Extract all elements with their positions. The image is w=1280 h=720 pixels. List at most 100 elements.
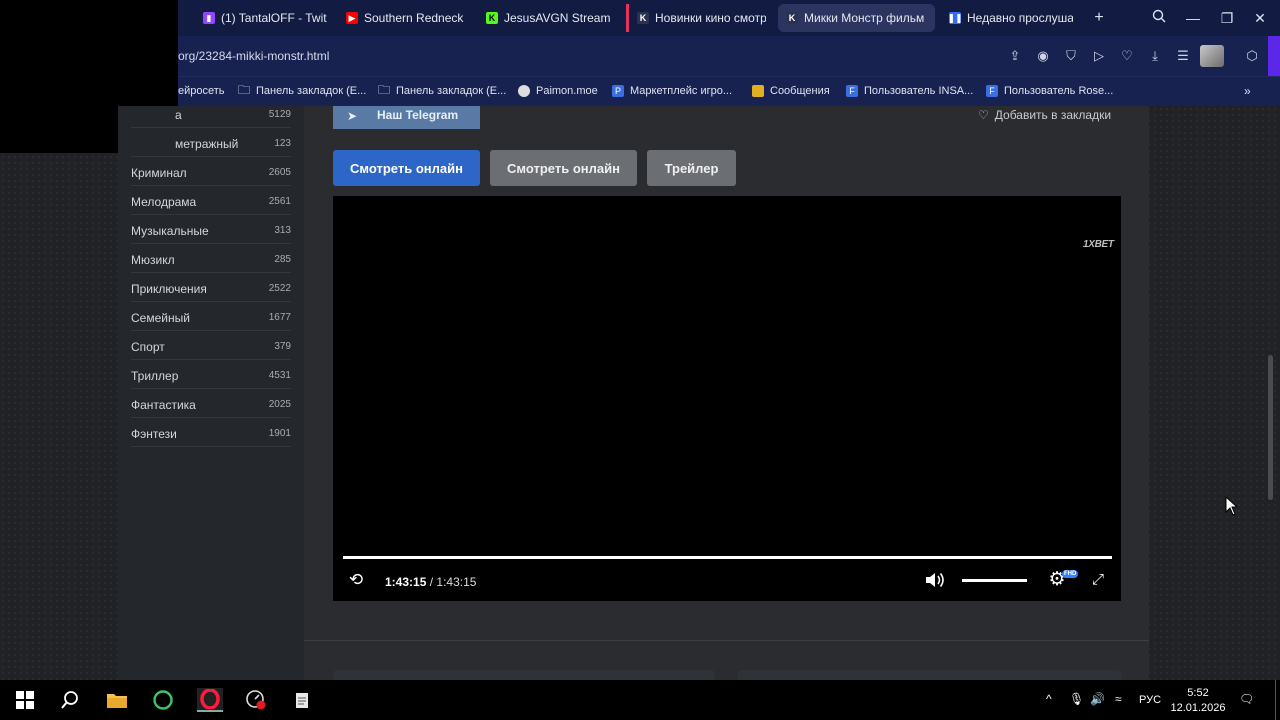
volume-icon[interactable] — [924, 570, 946, 590]
genre-item[interactable]: Мелодрама 2561 — [131, 187, 291, 215]
download-icon[interactable]: ⤓ — [1146, 47, 1164, 65]
tray-chevron-icon[interactable]: ^ — [1046, 692, 1052, 706]
tab-7[interactable]: ❚❚ Недавно прослушанн — [941, 4, 1081, 32]
bookmark-item[interactable]: Paimon.moe — [518, 85, 598, 97]
file-explorer-icon[interactable] — [105, 688, 129, 712]
system-clock[interactable]: 5:52 12.01.2026 — [1170, 686, 1226, 716]
tab-5[interactable]: K Новинки кино смотр — [626, 4, 774, 32]
bookmark-item[interactable]: F Пользователь Rose... — [986, 85, 1113, 97]
heart-outline-icon: ♡ — [978, 108, 989, 122]
genre-item[interactable]: Спорт 379 — [131, 332, 291, 360]
bookmark-label: Пользователь INSA... — [864, 85, 974, 97]
genre-item[interactable]: Фэнтези 1901 — [131, 419, 291, 447]
xbox-icon[interactable] — [151, 688, 175, 712]
genre-item[interactable]: Приключения 2522 — [131, 274, 291, 302]
k-site-icon: K — [786, 12, 798, 24]
tab-6[interactable]: K Микки Монстр фильм (2 — [778, 4, 935, 32]
tab-4[interactable]: K JesusAVGN Stream - W — [478, 4, 618, 32]
genre-item[interactable]: Музыкальные 313 — [131, 216, 291, 244]
fullscreen-icon[interactable]: ⤢ — [1088, 570, 1108, 590]
flow-icon[interactable]: ▷ — [1090, 47, 1108, 65]
shield-icon[interactable]: ⛉ — [1062, 47, 1080, 65]
genre-item[interactable]: Фантастика 2025 — [131, 390, 291, 418]
bookmark-item[interactable]: F Пользователь INSA... — [846, 85, 973, 97]
quality-badge: FHD — [1062, 570, 1079, 578]
bookmark-item[interactable]: ейросеть — [178, 85, 225, 97]
sponsor-logo: 1XBET — [1083, 239, 1114, 250]
network-icon[interactable]: ≈ — [1115, 692, 1122, 706]
bookmark-item[interactable]: 🗀 Панель закладок (E... — [238, 83, 366, 98]
heart-icon[interactable]: ♡ — [1118, 47, 1136, 65]
watch-online-button-2[interactable]: Смотреть онлайн — [490, 150, 637, 186]
taskbar — [0, 680, 1280, 720]
duration: 1:43:15 — [436, 575, 477, 589]
search-icon[interactable] — [58, 688, 82, 712]
notepad-icon[interactable] — [290, 688, 314, 712]
more-bookmarks-icon[interactable]: » — [1244, 84, 1251, 98]
profile-avatar[interactable] — [1200, 45, 1224, 67]
genre-count: 2561 — [268, 196, 291, 207]
add-bookmark-link[interactable]: ♡ Добавить в закладки — [978, 108, 1111, 122]
bookmark-item[interactable]: P Маркетплейс игро... — [612, 85, 732, 97]
easy-setup-icon[interactable]: ☰ — [1174, 47, 1192, 65]
genre-name: Семейный — [131, 311, 190, 325]
genre-count: 2605 — [268, 167, 291, 178]
bookmark-label: Маркетплейс игро... — [630, 85, 733, 97]
overlay-black-left — [0, 106, 118, 153]
volume-fill — [962, 579, 1027, 582]
speaker-icon[interactable]: 🔊 — [1090, 692, 1105, 706]
genre-count: 5129 — [268, 109, 291, 120]
snapshot-icon[interactable]: ◉ — [1034, 47, 1052, 65]
tab-label: (1) TantalOFF - Twitch — [221, 11, 327, 25]
genre-item[interactable]: Семейный 1677 — [131, 303, 291, 331]
bookmark-item[interactable]: Сообщения — [752, 85, 830, 97]
twitch-icon: ▮ — [203, 12, 215, 24]
genre-item[interactable]: Мюзикл 285 — [131, 245, 291, 273]
new-tab-button[interactable]: + — [1090, 9, 1108, 27]
k-site-icon: K — [637, 12, 649, 24]
genre-item[interactable]: метражный 123 — [131, 129, 291, 157]
bookmark-item[interactable]: 🗀 Панель закладок (E... — [378, 82, 506, 98]
genre-count: 379 — [274, 341, 291, 352]
genre-count: 1677 — [268, 312, 291, 323]
restore-button[interactable]: ❐ — [1216, 8, 1238, 28]
close-window-button[interactable]: ✕ — [1249, 8, 1271, 28]
scrollbar-thumb[interactable] — [1268, 355, 1273, 500]
notifications-icon[interactable]: 🗨 — [1239, 692, 1254, 706]
share-icon[interactable]: ⇪ — [1006, 47, 1024, 65]
replay-icon[interactable]: ⟲ — [346, 570, 366, 590]
tab-2[interactable]: ▮ (1) TantalOFF - Twitch — [195, 4, 335, 32]
genre-item[interactable]: а 5129 — [131, 100, 291, 128]
kick-icon: K — [486, 12, 498, 24]
genre-name: Криминал — [131, 166, 187, 180]
tab-3[interactable]: ▶ Southern Redneck Roc — [338, 4, 475, 32]
f-icon: F — [846, 85, 858, 97]
opera-gx-icon[interactable] — [197, 688, 223, 712]
minimize-button[interactable]: — — [1182, 8, 1204, 28]
genre-item[interactable]: Триллер 4531 — [131, 361, 291, 389]
capture-app-icon[interactable] — [244, 688, 268, 712]
url-input[interactable]: org/23284-mikki-monstr.html — [178, 49, 329, 63]
current-time: 1:43:15 — [385, 575, 427, 589]
bookmark-label: Сообщения — [770, 85, 830, 97]
tab-label: JesusAVGN Stream - W — [504, 11, 610, 25]
genre-item[interactable]: Криминал 2605 — [131, 158, 291, 186]
show-desktop-button[interactable] — [1275, 680, 1276, 720]
windows-start-icon[interactable] — [13, 688, 37, 712]
genre-name: Триллер — [131, 369, 179, 383]
video-player[interactable] — [333, 196, 1121, 601]
extensions-icon[interactable]: ⬡ — [1243, 47, 1261, 65]
tab-label: Southern Redneck Roc — [364, 11, 467, 25]
trailer-button[interactable]: Трейлер — [647, 150, 736, 186]
watch-online-button-1[interactable]: Смотреть онлайн — [333, 150, 480, 186]
time-separator: / — [429, 575, 434, 589]
paimon-icon — [518, 85, 530, 97]
language-indicator[interactable]: РУС — [1139, 694, 1161, 706]
bookmark-label: Пользователь Rose... — [1004, 85, 1114, 97]
microphone-icon[interactable]: 🎙 — [1069, 692, 1084, 706]
search-tabs-icon[interactable] — [1148, 8, 1170, 28]
telegram-button[interactable]: ➤ Наш Telegram — [333, 106, 480, 129]
genre-count: 4531 — [268, 370, 291, 381]
folder-icon: 🗀 — [378, 82, 391, 97]
content-card — [738, 670, 1121, 680]
